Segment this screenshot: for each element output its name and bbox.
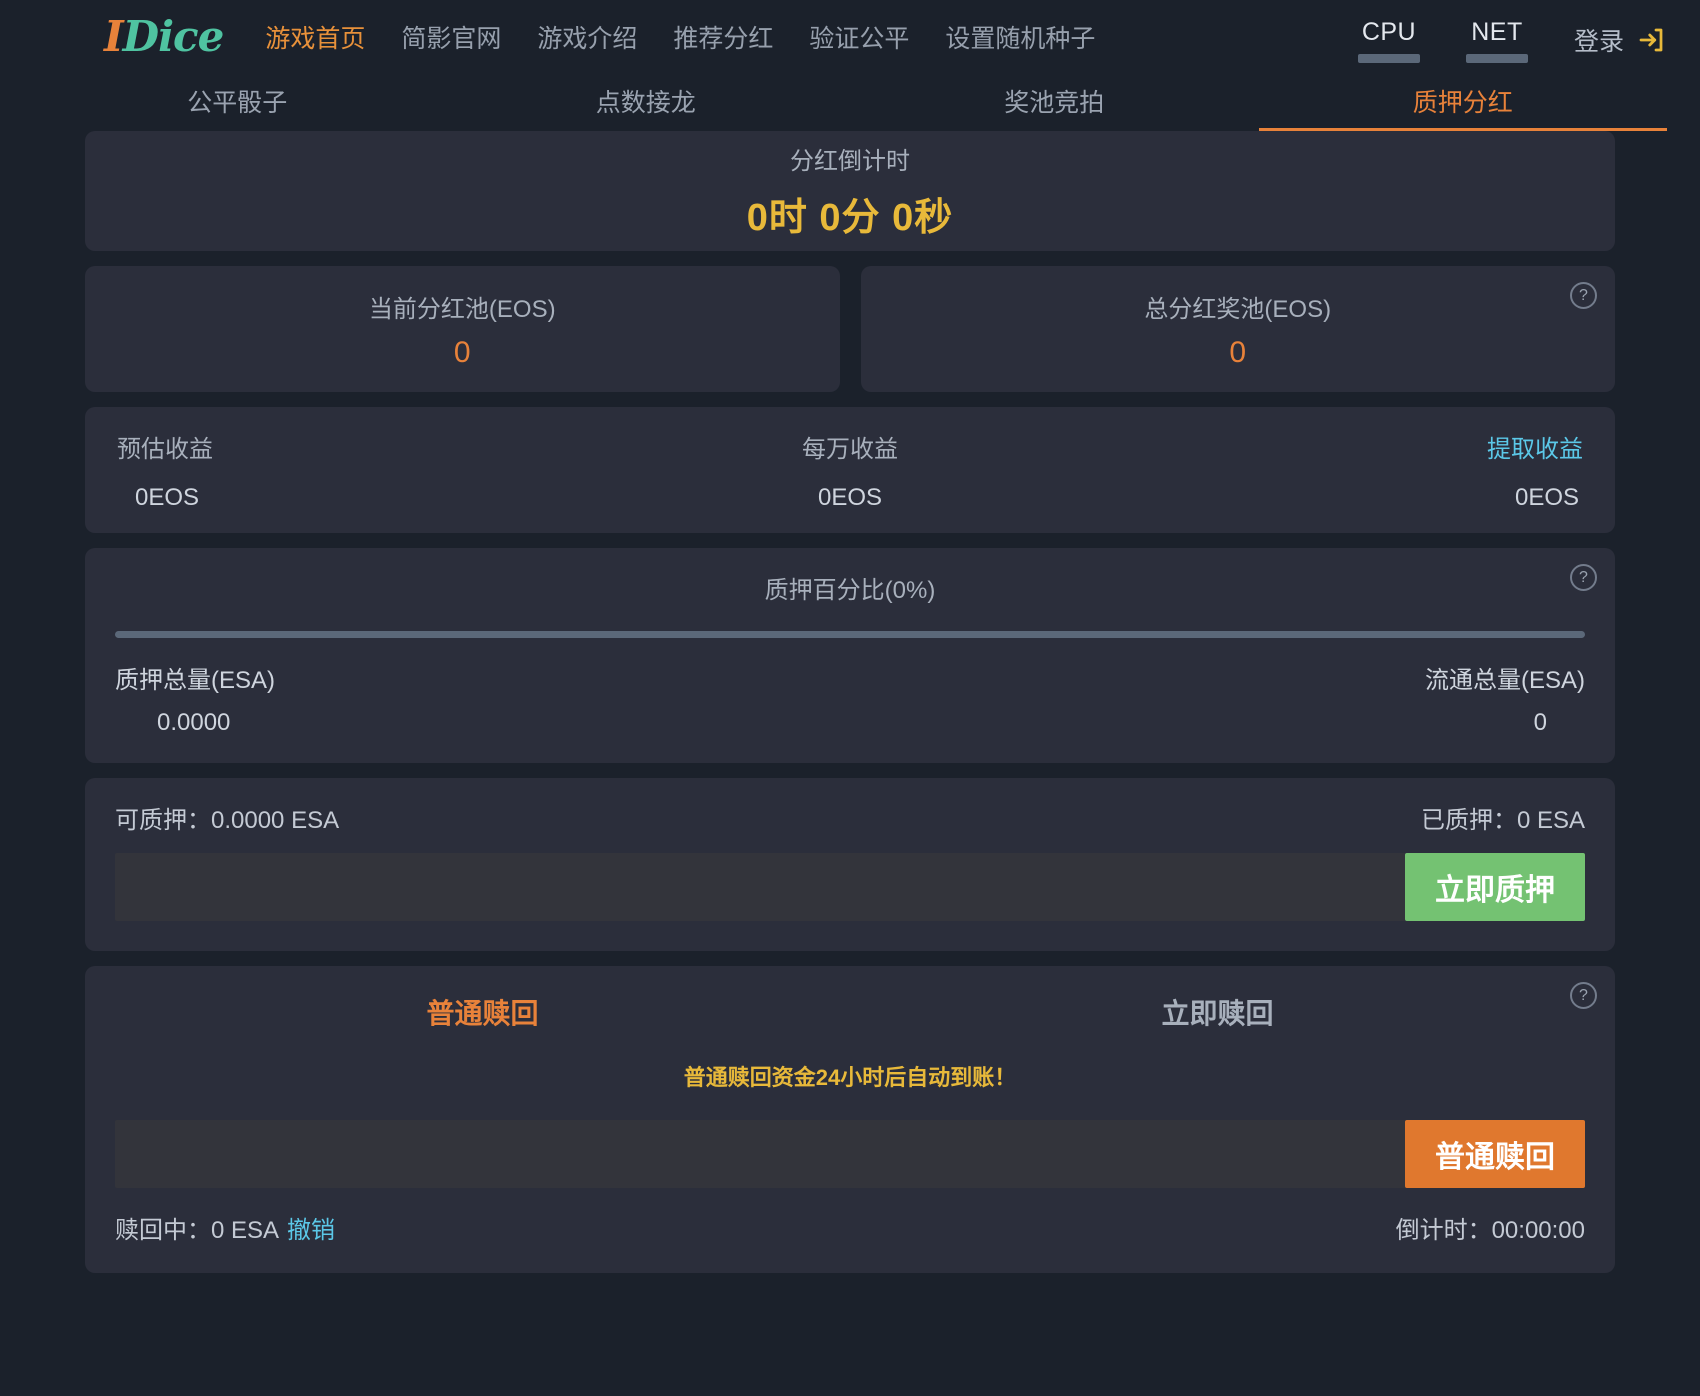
redeem-note: 普通赎回资金24小时后自动到账！ <box>683 1065 1017 1090</box>
circulating-supply-col: 流通总量(ESA) 0 <box>1425 660 1585 737</box>
estimated-earnings-col: 预估收益 0EOS <box>117 429 606 512</box>
game-mode-tabs: 公平骰子 点数接龙 奖池竞拍 质押分红 <box>0 74 1700 131</box>
help-icon[interactable]: ? <box>1570 564 1597 591</box>
withdraw-earnings-link[interactable]: 提取收益 <box>1487 429 1583 464</box>
redeem-pending-group: 赎回中：0 ESA 撤销 <box>115 1210 335 1245</box>
stake-percentage-footer: 质押总量(ESA) 0.0000 流通总量(ESA) 0 <box>115 660 1585 737</box>
withdraw-earnings-col: 提取收益 0EOS <box>1094 429 1583 512</box>
countdown-title: 分红倒计时 <box>790 148 910 175</box>
dividend-countdown-card: 分红倒计时 0时 0分 0秒 <box>85 131 1615 251</box>
redeem-status-row: 赎回中：0 ESA 撤销 倒计时：00:00:00 <box>115 1210 1585 1245</box>
estimated-earnings-label: 预估收益 <box>117 435 213 463</box>
normal-redeem-button[interactable]: 普通赎回 <box>1405 1120 1585 1188</box>
logo-letter-i: I <box>104 12 124 61</box>
tab-instant-redeem[interactable]: 立即赎回 <box>850 992 1585 1032</box>
total-staked-col: 质押总量(ESA) 0.0000 <box>115 660 275 737</box>
earnings-summary-card: 预估收益 0EOS 每万收益 0EOS 提取收益 0EOS <box>85 407 1615 533</box>
sign-in-icon <box>1636 25 1666 55</box>
current-pool-value: 0 <box>453 335 471 369</box>
per-ten-thousand-label: 每万收益 <box>802 435 898 463</box>
withdraw-earnings-value: 0EOS <box>1514 483 1580 511</box>
login-label: 登录 <box>1573 27 1624 56</box>
nav-link-provably-fair[interactable]: 验证公平 <box>809 19 909 55</box>
total-dividend-pool-card: ? 总分红奖池(EOS) 0 <box>860 266 1615 392</box>
net-resource-meter[interactable]: NET <box>1465 17 1528 63</box>
circulating-supply-label: 流通总量(ESA) <box>1424 667 1585 694</box>
redeem-countdown-label: 倒计时：00:00:00 <box>1395 1217 1585 1244</box>
current-pool-title: 当前分红池(EOS) <box>368 295 556 323</box>
tab-stake-dividend[interactable]: 质押分红 <box>1258 74 1667 131</box>
nav-right-cluster: CPU NET 登录 <box>1357 12 1666 63</box>
cpu-label: CPU <box>1361 17 1417 46</box>
site-logo[interactable]: IDice <box>104 16 224 58</box>
redeem-action-card: ? 普通赎回 立即赎回 普通赎回资金24小时后自动到账！ 普通赎回 赎回中：0 … <box>85 966 1615 1273</box>
stake-action-card: 可质押：0.0000 ESA 已质押：0 ESA 立即质押 <box>85 778 1615 951</box>
total-pool-title: 总分红奖池(EOS) <box>1144 295 1332 323</box>
cancel-redeem-link[interactable]: 撤销 <box>287 1217 335 1244</box>
stake-percentage-bar[interactable] <box>115 631 1585 638</box>
nav-link-official-site[interactable]: 简影官网 <box>401 19 501 55</box>
nav-link-referral-dividend[interactable]: 推荐分红 <box>673 19 773 55</box>
tab-point-chain[interactable]: 点数接龙 <box>442 74 851 131</box>
stake-now-button[interactable]: 立即质押 <box>1405 853 1585 921</box>
stake-percentage-title: 质押百分比(0%) <box>764 577 936 604</box>
nav-link-game-intro[interactable]: 游戏介绍 <box>537 19 637 55</box>
top-navigation-bar: IDice 游戏首页 简影官网 游戏介绍 推荐分红 验证公平 设置随机种子 CP… <box>0 0 1700 74</box>
per-ten-thousand-value: 0EOS <box>817 483 883 511</box>
redeem-mode-tabs: 普通赎回 立即赎回 <box>115 992 1585 1032</box>
dividend-pool-row: 当前分红池(EOS) 0 ? 总分红奖池(EOS) 0 <box>85 266 1615 392</box>
stake-input-row: 立即质押 <box>115 853 1585 921</box>
already-staked-label: 已质押：0 ESA <box>1420 807 1585 834</box>
tab-normal-redeem[interactable]: 普通赎回 <box>115 992 850 1032</box>
available-to-stake-label: 可质押：0.0000 ESA <box>115 807 340 834</box>
logo-text-dice: Dice <box>122 12 225 61</box>
stake-balances-row: 可质押：0.0000 ESA 已质押：0 ESA <box>115 800 1585 835</box>
redeem-pending-label: 赎回中：0 ESA <box>115 1217 280 1244</box>
help-icon[interactable]: ? <box>1570 982 1597 1009</box>
tab-fair-dice[interactable]: 公平骰子 <box>33 74 442 131</box>
net-usage-bar <box>1465 53 1528 63</box>
login-button[interactable]: 登录 <box>1574 22 1666 58</box>
total-staked-value: 0.0000 <box>157 709 231 736</box>
total-staked-label: 质押总量(ESA) <box>115 667 276 694</box>
primary-nav-links: 游戏首页 简影官网 游戏介绍 推荐分红 验证公平 设置随机种子 <box>265 19 1095 55</box>
cpu-usage-bar <box>1357 53 1420 63</box>
nav-link-home[interactable]: 游戏首页 <box>265 19 365 55</box>
estimated-earnings-value: 0EOS <box>135 483 200 511</box>
net-label: NET <box>1471 17 1523 46</box>
main-content: 分红倒计时 0时 0分 0秒 当前分红池(EOS) 0 ? 总分红奖池(EOS)… <box>0 131 1700 1273</box>
tab-jackpot-auction[interactable]: 奖池竞拍 <box>850 74 1259 131</box>
redeem-input-row: 普通赎回 <box>115 1120 1585 1188</box>
countdown-value: 0时 0分 0秒 <box>746 197 954 239</box>
circulating-supply-value: 0 <box>1533 709 1547 736</box>
stake-amount-input[interactable] <box>115 853 1405 921</box>
per-ten-thousand-col: 每万收益 0EOS <box>606 429 1095 512</box>
total-pool-value: 0 <box>1229 335 1247 369</box>
stake-percentage-card: ? 质押百分比(0%) 质押总量(ESA) 0.0000 流通总量(ESA) 0 <box>85 548 1615 763</box>
cpu-resource-meter[interactable]: CPU <box>1357 17 1420 63</box>
nav-link-set-random-seed[interactable]: 设置随机种子 <box>945 19 1095 55</box>
current-dividend-pool-card: 当前分红池(EOS) 0 <box>85 266 840 392</box>
help-icon[interactable]: ? <box>1570 282 1597 309</box>
redeem-amount-input[interactable] <box>115 1120 1405 1188</box>
